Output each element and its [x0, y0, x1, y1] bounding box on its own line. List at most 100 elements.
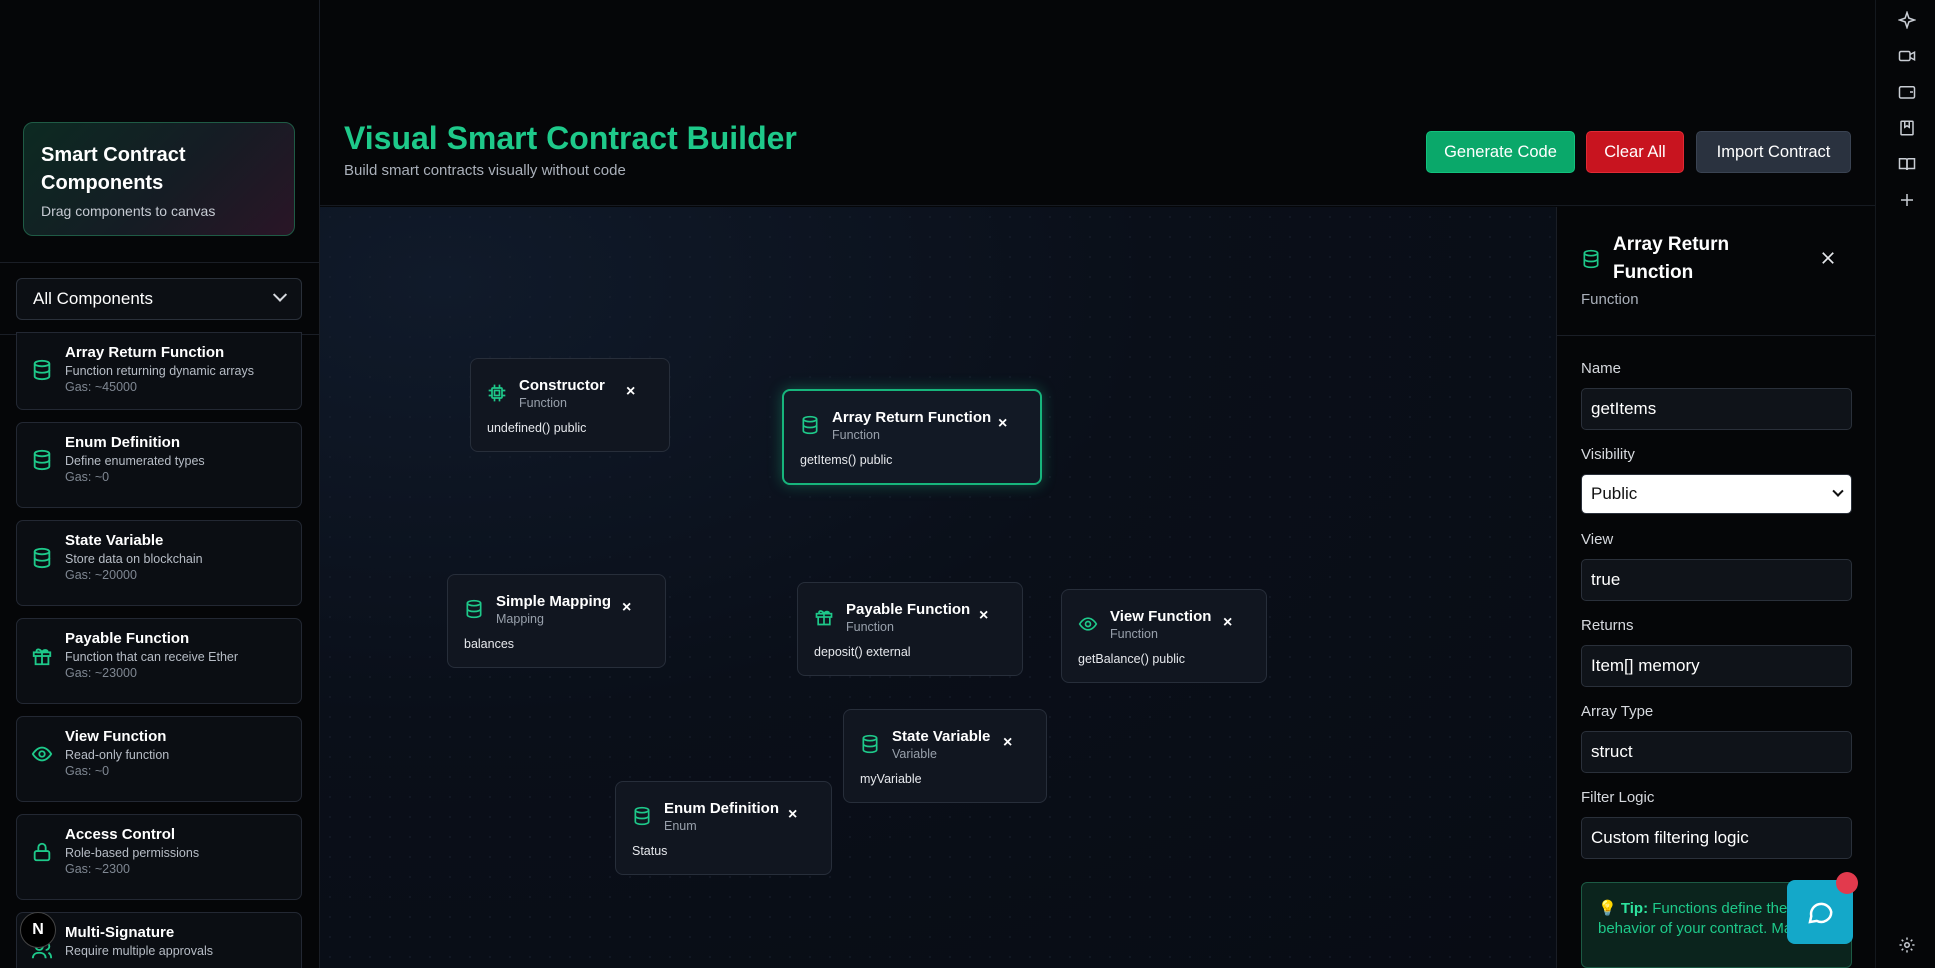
component-item-array-return-function[interactable]: Array Return Function Function returning… [16, 332, 302, 410]
canvas-node-state-variable[interactable]: State Variable Variable × myVariable [843, 709, 1047, 803]
eye-icon [31, 746, 53, 762]
app-root: Smart Contract Components Drag component… [0, 0, 1935, 968]
node-type: Function [519, 396, 567, 410]
close-icon[interactable] [1819, 249, 1837, 267]
page-header: Visual Smart Contract Builder Build smar… [320, 0, 1875, 206]
node-remove-button[interactable]: × [1003, 735, 1012, 751]
gift-icon [32, 648, 52, 666]
component-item-desc: Read-only function [65, 748, 170, 762]
component-item-desc: Function returning dynamic arrays [65, 364, 254, 378]
component-item-view-function[interactable]: View Function Read-only function Gas: ~0 [16, 716, 302, 802]
node-signature: getBalance() public [1078, 652, 1186, 666]
component-item-payable-function[interactable]: Payable Function Function that can recei… [16, 618, 302, 704]
array-type-input[interactable]: struct [1581, 731, 1852, 773]
notification-badge [1836, 872, 1858, 894]
component-item-desc: Store data on blockchain [65, 552, 203, 566]
view-input[interactable]: true [1581, 559, 1852, 601]
node-title: Simple Mapping [496, 593, 612, 610]
component-item-multi-signature[interactable]: Multi-Signature Require multiple approva… [16, 912, 302, 968]
component-item-gas: Gas: ~45000 [65, 380, 137, 394]
name-label: Name [1581, 360, 1622, 377]
node-type: Function [846, 620, 894, 634]
node-title: Array Return Function [832, 409, 992, 426]
component-item-gas: Gas: ~23000 [65, 666, 137, 680]
node-remove-button[interactable]: × [622, 600, 631, 616]
component-item-title: State Variable [65, 532, 164, 549]
node-signature: deposit() external [814, 645, 911, 659]
properties-title: Array Return Function [1613, 234, 1730, 283]
component-filter-select[interactable]: All Components [16, 278, 302, 320]
canvas-node-constructor[interactable]: Constructor Function × undefined() publi… [470, 358, 670, 452]
node-type: Enum [664, 819, 697, 833]
components-sidebar: Smart Contract Components Drag component… [0, 0, 320, 968]
database-icon [466, 599, 482, 619]
book-icon[interactable] [1898, 155, 1916, 173]
canvas-node-payable-function[interactable]: Payable Function Function × deposit() ex… [797, 582, 1023, 676]
nextjs-logo-button[interactable]: N [20, 912, 56, 948]
bookmark-icon[interactable] [1898, 119, 1916, 137]
canvas-node-array-return-function[interactable]: Array Return Function Function × getItem… [782, 389, 1042, 485]
name-input[interactable]: getItems [1581, 388, 1852, 430]
node-title: View Function [1110, 608, 1212, 625]
plus-icon[interactable] [1898, 191, 1916, 209]
database-icon [33, 547, 51, 569]
canvas-node-simple-mapping[interactable]: Simple Mapping Mapping × balances [447, 574, 666, 668]
component-item-gas: Gas: ~0 [65, 764, 110, 778]
node-remove-button[interactable]: × [979, 608, 988, 624]
component-item-title: Multi-Signature [65, 924, 175, 941]
node-remove-button[interactable]: × [626, 384, 635, 400]
component-item-title: Access Control [65, 826, 176, 843]
canvas-node-enum-definition[interactable]: Enum Definition Enum × Status [615, 781, 832, 875]
database-icon [802, 415, 818, 435]
component-item-title: Enum Definition [65, 434, 180, 451]
array-type-label: Array Type [1581, 703, 1654, 720]
node-type: Mapping [496, 612, 544, 626]
visibility-select[interactable]: Public [1581, 474, 1852, 514]
properties-divider [1557, 335, 1875, 336]
sparkle-icon[interactable] [1898, 11, 1916, 29]
component-item-access-control[interactable]: Access Control Role-based permissions Ga… [16, 814, 302, 900]
eye-icon [1078, 617, 1098, 631]
component-item-title: Payable Function [65, 630, 190, 647]
component-item-enum-definition[interactable]: Enum Definition Define enumerated types … [16, 422, 302, 508]
database-icon [634, 806, 650, 826]
view-label: View [1581, 531, 1614, 548]
node-type: Function [832, 428, 880, 442]
canvas-node-view-function[interactable]: View Function Function × getBalance() pu… [1061, 589, 1267, 683]
filter-logic-input[interactable]: Custom filtering logic [1581, 817, 1852, 859]
node-title: State Variable [892, 728, 991, 745]
browser-side-rail [1875, 0, 1935, 968]
filter-logic-label: Filter Logic [1581, 789, 1655, 806]
node-signature: myVariable [860, 772, 922, 786]
generate-code-button[interactable]: Generate Code [1426, 131, 1575, 173]
wallet-icon[interactable] [1898, 83, 1916, 101]
database-icon [862, 734, 878, 754]
database-icon [33, 449, 51, 471]
properties-panel: Array Return Function Function Name getI… [1556, 207, 1875, 968]
database-icon [1583, 249, 1599, 269]
gift-icon [815, 610, 833, 626]
chip-icon [488, 384, 506, 402]
sidebar-header: Smart Contract Components Drag component… [23, 122, 295, 236]
component-filter-value: All Components [33, 289, 154, 308]
node-signature: Status [632, 844, 668, 858]
video-icon[interactable] [1898, 47, 1916, 65]
component-item-gas: Gas: ~0 [65, 470, 110, 484]
returns-label: Returns [1581, 617, 1634, 634]
component-item-state-variable[interactable]: State Variable Store data on blockchain … [16, 520, 302, 606]
returns-input[interactable]: Item[] memory [1581, 645, 1852, 687]
builder-canvas[interactable]: Constructor Function × undefined() publi… [320, 207, 1556, 968]
clear-all-button[interactable]: Clear All [1586, 131, 1684, 173]
component-item-title: Array Return Function [65, 344, 225, 361]
component-item-gas: Gas: ~2300 [65, 862, 130, 876]
sidebar-title: Smart Contract Components [41, 144, 186, 194]
database-icon [33, 359, 51, 381]
properties-type: Function [1581, 291, 1639, 308]
gear-icon[interactable] [1898, 936, 1916, 954]
node-remove-button[interactable]: × [788, 807, 797, 823]
node-remove-button[interactable]: × [1223, 615, 1232, 631]
node-type: Function [1110, 627, 1158, 641]
lock-icon [33, 842, 51, 862]
node-remove-button[interactable]: × [998, 416, 1007, 432]
import-contract-button[interactable]: Import Contract [1696, 131, 1851, 173]
